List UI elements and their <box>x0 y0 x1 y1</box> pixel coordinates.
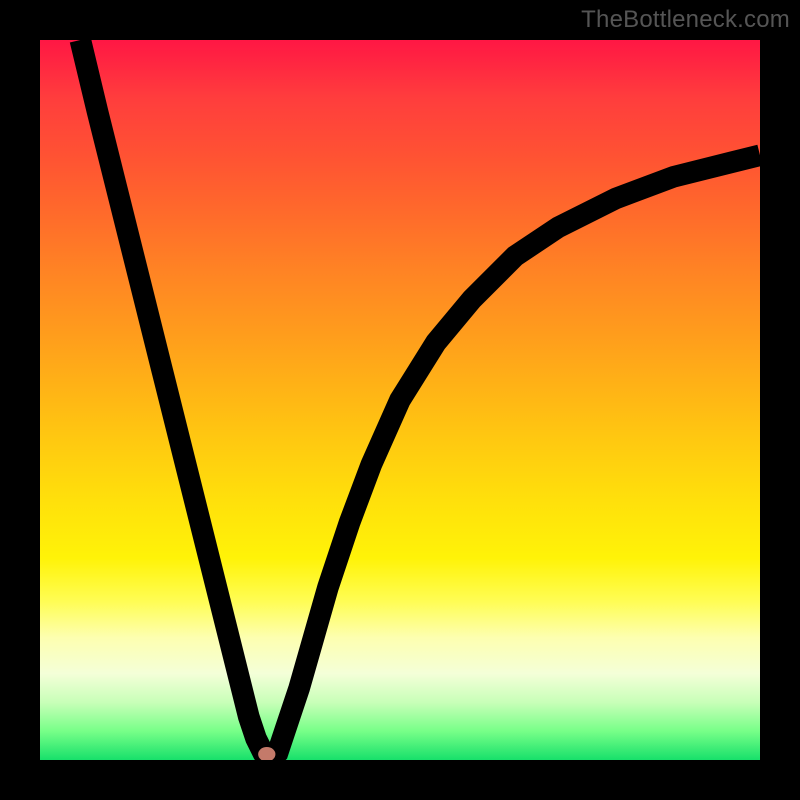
plot-area <box>40 40 760 760</box>
watermark-text: TheBottleneck.com <box>581 6 790 34</box>
bottleneck-curve <box>80 40 760 760</box>
chart-container: TheBottleneck.com <box>0 0 800 800</box>
bottleneck-curve-svg <box>40 40 760 760</box>
plot-outer-frame: TheBottleneck.com <box>0 0 800 800</box>
